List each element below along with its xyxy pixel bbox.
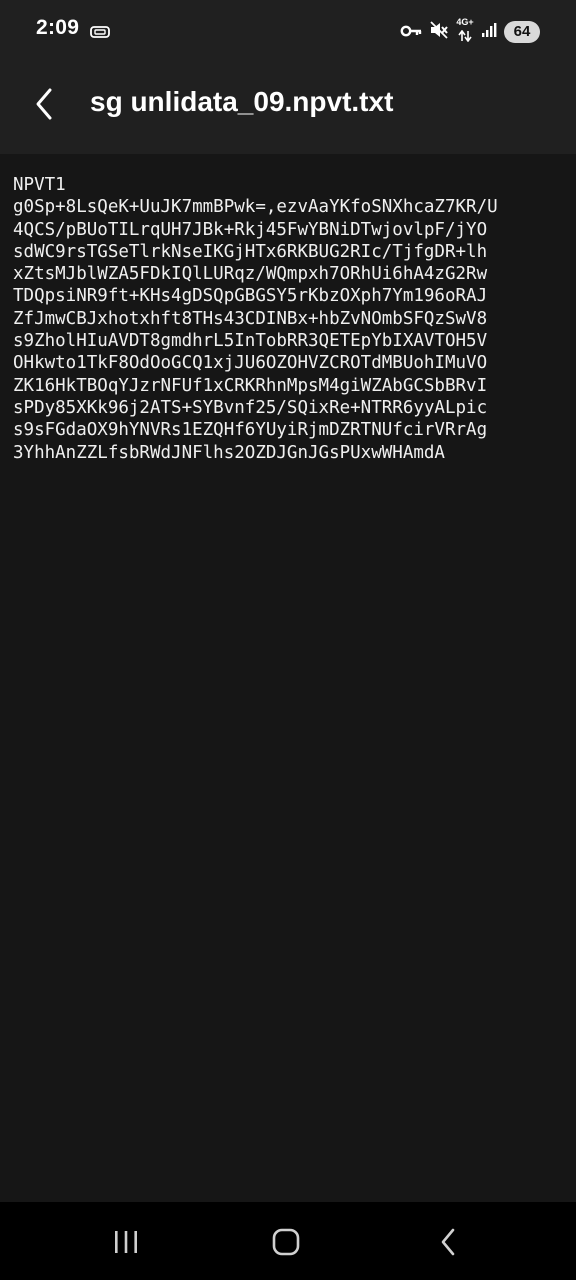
status-icons: 4G+ 64	[400, 18, 540, 46]
file-line: s9ZholHIuAVDT8gmdhrL5InTobRR3QETEpYbIXAV…	[13, 331, 488, 352]
navigation-bar	[0, 1202, 576, 1280]
home-icon	[272, 1228, 300, 1256]
file-line: sPDy85XKk96j2ATS+SYBvnf25/SQixRe+NTRR6yy…	[13, 397, 488, 418]
app-bar: sg unlidata_09.npvt.txt	[0, 64, 576, 154]
back-button[interactable]	[22, 82, 66, 126]
file-line: 3YhhAnZZLfsbRWdJNFlhs2OZDJGnJGsPUxwWHAmd…	[13, 442, 445, 463]
file-line: s9sFGdaOX9hYNVRs1EZQHf6YUyiRjmDZRTNUfcir…	[13, 420, 488, 441]
recent-apps-icon	[115, 1231, 137, 1253]
back-arrow-icon	[36, 88, 52, 120]
notification-icon	[90, 24, 110, 43]
status-bar: 2:09 4G+ 64	[0, 0, 576, 64]
home-button[interactable]	[262, 1222, 310, 1262]
signal-icon	[481, 22, 497, 42]
battery-indicator: 64	[504, 21, 540, 43]
file-line: sdWC9rsTGSeTlrkNseIKGjHTx6RKBUG2RIc/Tjfg…	[13, 241, 488, 262]
file-line: xZtsMJblWZA5FDkIQlLURqz/WQmpxh7ORhUi6hA4…	[13, 264, 488, 285]
file-line: TDQpsiNR9ft+KHs4gDSQpGBGSY5rKbzOXph7Ym19…	[13, 286, 488, 307]
file-line: 4QCS/pBUoTILrqUH7JBk+Rkj45FwYBNiDTwjovlp…	[13, 219, 488, 240]
file-line: ZK16HkTBOqYJzrNFUf1xCRKRhnMpsM4giWZAbGCS…	[13, 375, 488, 396]
file-line: ZfJmwCBJxhotxhft8THs43CDINBx+hbZvNOmbSFQ…	[13, 308, 488, 329]
status-time: 2:09	[36, 16, 80, 39]
vpn-key-icon	[400, 23, 422, 42]
network-type-label: 4G+	[456, 17, 474, 27]
mute-icon	[429, 20, 449, 44]
nav-back-button[interactable]	[424, 1222, 472, 1262]
recent-apps-button[interactable]	[102, 1222, 150, 1262]
data-arrows-icon	[458, 27, 472, 46]
back-icon	[441, 1228, 455, 1256]
file-line: g0Sp+8LsQeK+UuJK7mmBPwk=,ezvAaYKfoSNXhca…	[13, 197, 498, 218]
network-indicator: 4G+	[456, 18, 474, 46]
file-text[interactable]: NPVT1 g0Sp+8LsQeK+UuJK7mmBPwk=,ezvAaYKfo…	[13, 174, 498, 464]
file-content-area[interactable]: NPVT1 g0Sp+8LsQeK+UuJK7mmBPwk=,ezvAaYKfo…	[0, 154, 576, 1202]
file-line: OHkwto1TkF8OdOoGCQ1xjJU6OZOHVZCROTdMBUoh…	[13, 353, 488, 374]
file-title: sg unlidata_09.npvt.txt	[90, 86, 394, 117]
file-line: NPVT1	[13, 175, 66, 195]
